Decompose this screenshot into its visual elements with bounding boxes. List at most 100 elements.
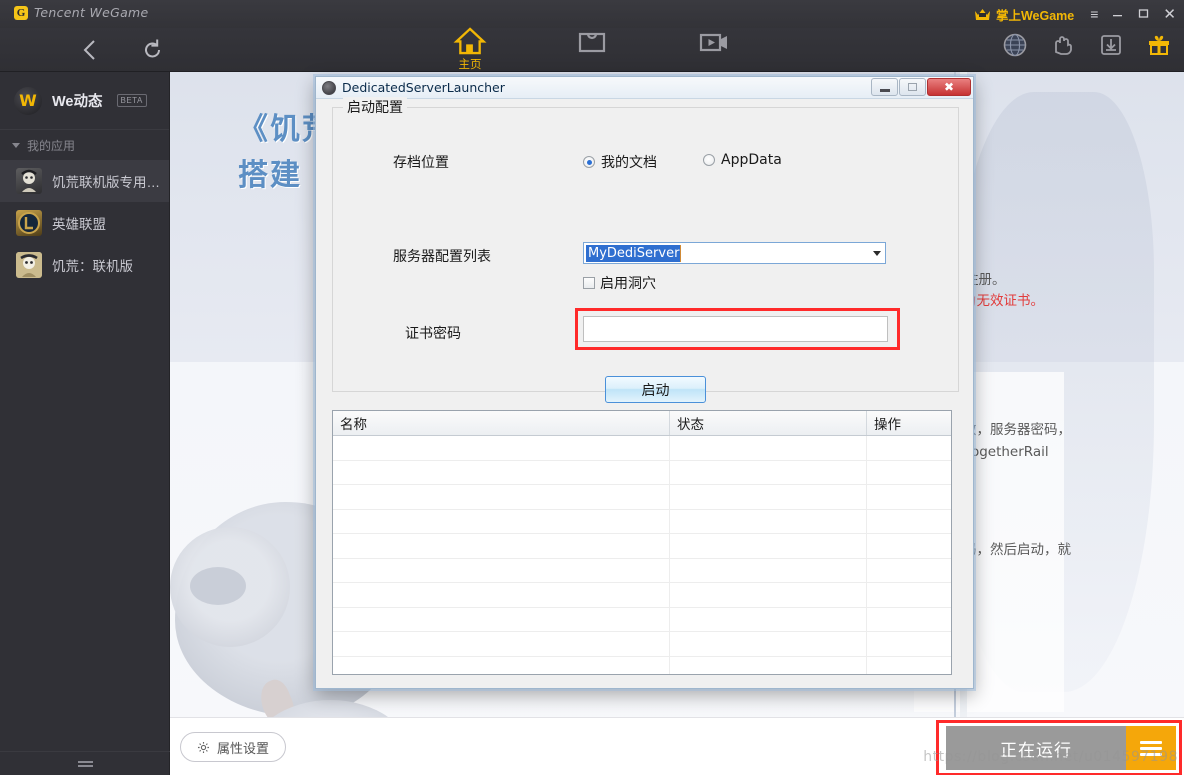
run-controls: 正在运行 <box>946 726 1176 770</box>
game-menu-button[interactable] <box>1126 726 1176 770</box>
table-cell <box>333 534 670 558</box>
table-cell <box>670 509 867 533</box>
screen-root: G Tencent WeGame 掌上WeGame ≡ ✕ 主页 W We动态 … <box>0 0 1184 775</box>
table-cell <box>867 461 951 485</box>
table-cell <box>333 607 670 631</box>
dialog-minimize-button[interactable] <box>871 78 898 96</box>
close-icon: ✖ <box>943 80 955 94</box>
radio-my-documents[interactable]: 我的文档 <box>583 152 657 172</box>
table-cell <box>867 534 951 558</box>
startup-config-group: 启动配置 存档位置 我的文档 AppData 服务器配置列表 MyDediSer… <box>332 97 959 403</box>
table-cell <box>867 485 951 509</box>
table-cell <box>333 583 670 607</box>
gift-icon[interactable] <box>1146 32 1172 63</box>
table-row[interactable] <box>333 460 951 485</box>
table-cell <box>333 485 670 509</box>
radio-appdata[interactable]: AppData <box>703 152 782 168</box>
home-icon <box>453 27 487 55</box>
table-header-row: 名称 状态 操作 <box>333 411 951 436</box>
table-cell <box>670 607 867 631</box>
sidebar-section-my-apps[interactable]: 我的应用 <box>0 130 169 160</box>
table-cell <box>670 558 867 582</box>
store-bag-icon <box>578 32 606 53</box>
table-header-action: 操作 <box>874 417 901 433</box>
properties-settings-button[interactable]: 属性设置 <box>180 732 287 762</box>
table-cell <box>670 436 867 460</box>
background-text-line-4: TogetherRail <box>965 444 1049 460</box>
enable-caves-checkbox-box <box>583 277 595 289</box>
download-icon[interactable] <box>1098 32 1124 63</box>
start-button[interactable]: 启动 <box>605 376 706 403</box>
sidebar-item-we-feed[interactable]: W We动态 BETA <box>0 72 169 130</box>
sidebar-item-dst[interactable]: 饥荒：联机版 <box>0 244 169 286</box>
sidebar-item-dst-label: 饥荒：联机版 <box>52 259 133 274</box>
server-table: 名称 状态 操作 <box>332 410 952 675</box>
table-cell <box>333 632 670 656</box>
we-feed-label: We动态 <box>52 94 103 110</box>
we-feed-avatar: W <box>14 86 42 115</box>
sidebar-item-lol[interactable]: 英雄联盟 <box>0 202 169 244</box>
hand-icon[interactable] <box>1050 32 1076 63</box>
table-cell <box>867 632 951 656</box>
nav-item-store[interactable] <box>565 12 619 72</box>
table-cell <box>333 558 670 582</box>
nav-item-video[interactable] <box>687 12 741 72</box>
dialog-titlebar[interactable]: DedicatedServerLauncher ✖ <box>316 77 973 99</box>
table-cell <box>867 559 951 583</box>
background-text-line-2: 为无效证书。 <box>963 293 1044 309</box>
sidebar: W We动态 BETA 我的应用 饥荒联机版专用服... 英雄联盟 饥荒：联机版 <box>0 72 170 775</box>
server-config-combobox[interactable]: MyDediServer <box>583 242 886 264</box>
table-cell <box>867 583 951 607</box>
dst-icon <box>16 252 42 278</box>
table-row[interactable] <box>333 534 951 559</box>
save-location-label: 存档位置 <box>393 155 449 171</box>
globe-icon[interactable] <box>1002 32 1028 63</box>
table-row[interactable] <box>333 656 951 675</box>
table-row[interactable] <box>333 485 951 510</box>
table-cell <box>670 534 867 558</box>
table-cell <box>867 608 951 632</box>
sidebar-collapse-handle[interactable] <box>0 751 170 775</box>
sidebar-item-lol-label: 英雄联盟 <box>52 217 106 232</box>
dialog-close-button[interactable]: ✖ <box>927 78 971 96</box>
art-pig-snout <box>190 567 246 605</box>
cert-password-input[interactable] <box>583 316 888 342</box>
table-row[interactable] <box>333 632 951 657</box>
table-row[interactable] <box>333 436 951 461</box>
dedicated-server-launcher-dialog: DedicatedServerLauncher ✖ 启动配置 存档位置 我的文档… <box>315 76 974 689</box>
sidebar-section-label: 我的应用 <box>27 138 76 153</box>
sidebar-item-dst-server-label: 饥荒联机版专用服... <box>52 175 169 190</box>
enable-caves-checkbox[interactable]: 启用洞穴 <box>583 273 656 293</box>
table-row[interactable] <box>333 583 951 608</box>
table-cell <box>333 656 670 674</box>
cert-password-label: 证书密码 <box>405 326 461 342</box>
properties-settings-label: 属性设置 <box>217 740 270 756</box>
background-text-line-3: 效，服务器密码， <box>963 422 1071 438</box>
lol-icon <box>16 210 42 236</box>
startup-config-legend: 启动配置 <box>343 97 407 117</box>
table-cell <box>670 460 867 484</box>
table-cell <box>670 632 867 656</box>
chevron-down-icon[interactable] <box>868 243 885 263</box>
sidebar-item-dst-server[interactable]: 饥荒联机版专用服... <box>0 160 169 202</box>
nav-item-home-label: 主页 <box>458 59 482 71</box>
radio-appdata-indicator <box>703 154 715 166</box>
run-status-button[interactable]: 正在运行 <box>946 726 1126 770</box>
background-text-line-5: 码，然后启动，就 <box>963 542 1071 558</box>
dst-server-icon <box>16 168 42 194</box>
nav-item-home[interactable]: 主页 <box>443 12 497 72</box>
radio-appdata-label: AppData <box>721 152 782 168</box>
table-cell <box>867 436 951 460</box>
dialog-maximize-button[interactable] <box>899 78 926 96</box>
table-row[interactable] <box>333 558 951 583</box>
app-icon <box>322 80 336 95</box>
server-list-label: 服务器配置列表 <box>393 249 491 265</box>
dialog-window-controls: ✖ <box>871 78 971 96</box>
table-header-name: 名称 <box>333 411 670 435</box>
table-cell <box>670 583 867 607</box>
table-cell <box>867 657 951 675</box>
table-cell <box>867 510 951 534</box>
table-cell <box>670 656 867 674</box>
table-row[interactable] <box>333 509 951 534</box>
table-row[interactable] <box>333 607 951 632</box>
